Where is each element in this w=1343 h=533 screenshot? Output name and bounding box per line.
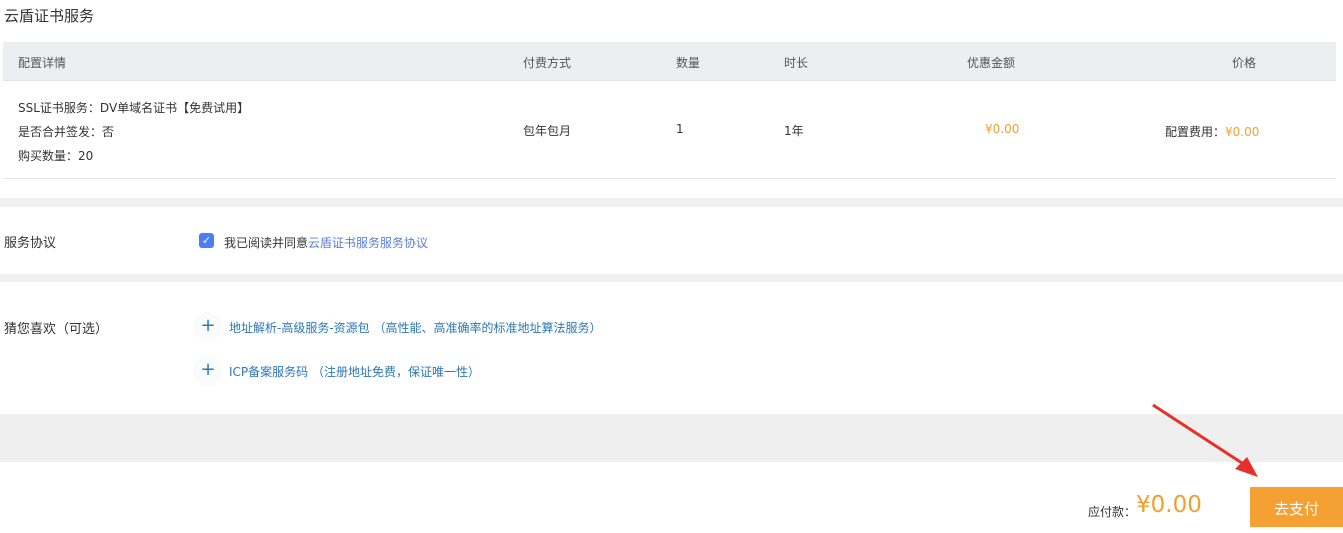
table-row: SSL证书服务：DV单域名证书【免费试用】 是否合并签发：否 购买数量：20 包… [3, 81, 1336, 179]
price: ¥0.00 [1225, 125, 1260, 139]
due-label: 应付款： [1088, 505, 1137, 519]
divider [0, 414, 1343, 462]
table-header: 配置详情 付费方式 数量 时长 优惠金额 价格 [3, 42, 1336, 81]
detail-line: SSL证书服务：DV单域名证书【免费试用】 [18, 101, 250, 115]
recommend-desc: （高性能、高准确率的标准地址算法服务） [373, 321, 602, 335]
divider [0, 198, 1343, 207]
quantity: 1 [676, 122, 684, 136]
detail-line: 是否合并签发：否 [18, 125, 115, 139]
col-duration: 时长 [784, 56, 809, 70]
price-cell: 配置费用：¥0.00 [1165, 123, 1259, 140]
pay-type: 包年包月 [523, 124, 572, 138]
recommend-item[interactable]: 地址解析-高级服务-资源包 （高性能、高准确率的标准地址算法服务） [229, 319, 602, 336]
agreement-text-wrap: 我已阅读并同意云盾证书服务服务协议 [224, 234, 428, 251]
plus-icon[interactable]: + [193, 312, 223, 342]
duration: 1年 [784, 124, 804, 138]
col-quantity: 数量 [676, 56, 701, 70]
recommend-name: 地址解析-高级服务-资源包 [229, 321, 370, 335]
recommend-desc: （注册地址免费，保证唯一性） [311, 365, 480, 379]
col-price: 价格 [1232, 56, 1257, 70]
recommend-label: 猜您喜欢（可选） [4, 322, 109, 337]
detail-line: 购买数量：20 [18, 149, 94, 163]
arrow-annotation-icon [1152, 403, 1258, 477]
agreement-text: 我已阅读并同意 [224, 236, 309, 250]
due-amount: ¥0.00 [1136, 492, 1202, 518]
page-title: 云盾证书服务 [4, 7, 95, 25]
col-pay-type: 付费方式 [523, 56, 572, 70]
price-label: 配置费用： [1165, 125, 1226, 139]
col-detail: 配置详情 [18, 56, 67, 70]
divider [0, 274, 1343, 282]
check-icon: ✓ [201, 234, 212, 247]
discount: ¥0.00 [985, 122, 1020, 136]
recommend-name: ICP备案服务码 [229, 365, 309, 379]
pay-button[interactable]: 去支付 [1250, 487, 1343, 527]
agreement-label: 服务协议 [4, 236, 57, 251]
col-discount: 优惠金额 [967, 56, 1016, 70]
recommend-item[interactable]: ICP备案服务码 （注册地址免费，保证唯一性） [229, 363, 480, 380]
plus-icon[interactable]: + [193, 356, 223, 386]
agreement-checkbox[interactable]: ✓ [199, 233, 214, 248]
agreement-link[interactable]: 云盾证书服务服务协议 [308, 236, 428, 250]
